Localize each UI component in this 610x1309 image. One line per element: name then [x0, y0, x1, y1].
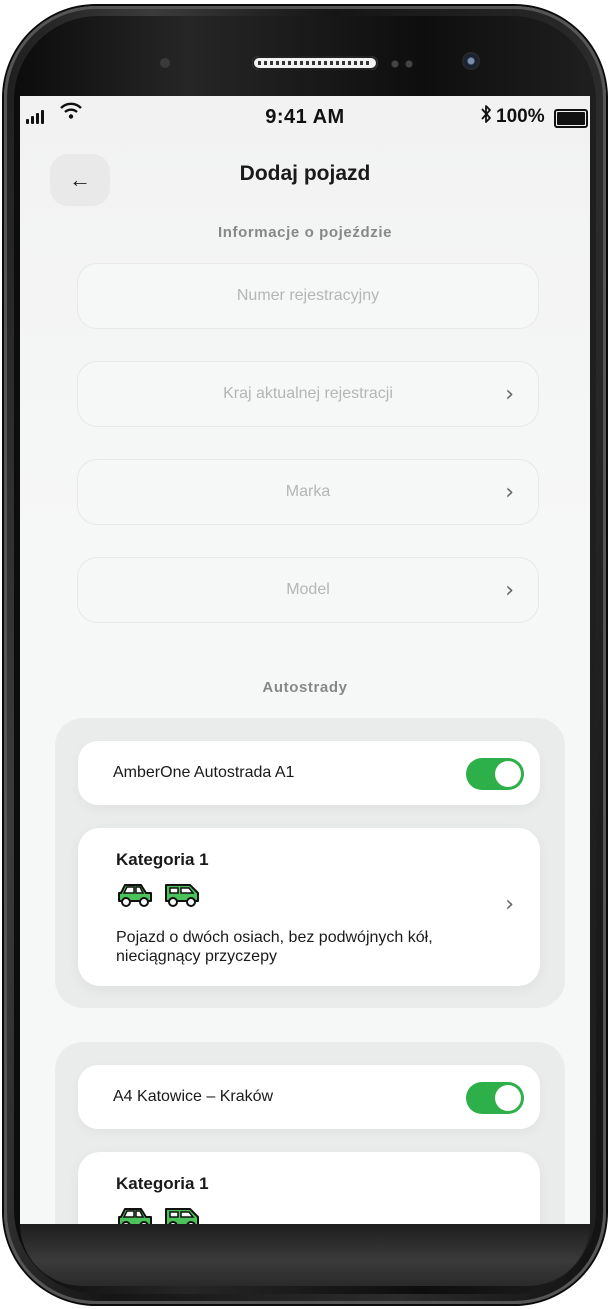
highway-name: AmberOne Autostrada A1	[113, 764, 295, 781]
highway-toggle-row: A4 Katowice – Kraków	[78, 1065, 540, 1129]
brand-placeholder: Marka	[285, 483, 331, 500]
category-title: Kategoria 1	[116, 1174, 209, 1193]
van-icon	[165, 884, 199, 907]
chevron-right-icon: ›	[505, 578, 514, 603]
category-description: Pojazd o dwóch osiach, bez podwójnych kó…	[116, 929, 433, 965]
page-title: Dodaj pojazd	[239, 162, 371, 185]
vehicle-info-section-label: Informacje o pojeździe	[217, 224, 393, 241]
highway-name: A4 Katowice – Kraków	[113, 1088, 274, 1105]
registration-country-placeholder: Kraj aktualnej rejestracji	[223, 385, 393, 402]
bluetooth-icon	[480, 104, 492, 130]
status-bar: 9:41 AM 100%	[20, 96, 590, 140]
app-screen: 9:41 AM 100% ← Dodaj pojazd Informacje o…	[20, 96, 590, 1224]
registration-number-input[interactable]: Numer rejestracyjny	[77, 263, 539, 329]
highway-group-a4: A4 Katowice – Kraków Kategoria 1	[55, 1042, 565, 1224]
battery-icon	[554, 109, 588, 128]
chevron-right-icon: ›	[505, 480, 514, 505]
highway-group-a1: AmberOne Autostrada A1 Kategoria 1 Pojaz…	[55, 718, 565, 1008]
battery-percentage: 100%	[496, 106, 545, 127]
brand-select[interactable]: Marka ›	[77, 459, 539, 525]
sensor-dots	[388, 60, 416, 68]
chevron-right-icon: ›	[505, 892, 514, 917]
chevron-right-icon: ›	[505, 382, 514, 407]
category-title: Kategoria 1	[116, 850, 209, 869]
registration-country-select[interactable]: Kraj aktualnej rejestracji ›	[77, 361, 539, 427]
car-icon	[118, 1208, 152, 1224]
phone-bottom-bezel	[20, 1224, 590, 1286]
van-icon	[165, 1208, 199, 1224]
front-camera	[462, 52, 480, 70]
earpiece-speaker	[252, 56, 378, 70]
highways-section-label: Autostrady	[262, 679, 348, 696]
vehicle-category-card[interactable]: Kategoria 1 Pojazd o dwóch osiach, bez p…	[78, 828, 540, 986]
proximity-sensor	[160, 58, 170, 68]
car-icon	[118, 884, 152, 907]
model-select[interactable]: Model ›	[77, 557, 539, 623]
highway-toggle-switch[interactable]	[466, 758, 524, 790]
highway-toggle-switch[interactable]	[466, 1082, 524, 1114]
vehicle-category-card[interactable]: Kategoria 1	[78, 1152, 540, 1224]
model-placeholder: Model	[286, 581, 330, 598]
highway-toggle-row: AmberOne Autostrada A1	[78, 741, 540, 805]
registration-number-placeholder: Numer rejestracyjny	[236, 287, 380, 304]
